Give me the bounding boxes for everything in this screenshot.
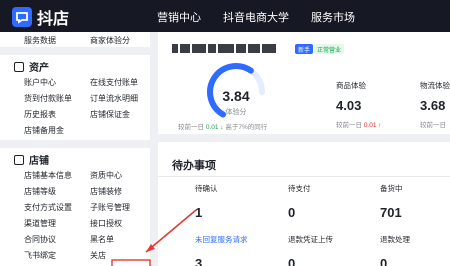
experience-score: 3.84 <box>222 88 250 104</box>
sidebar-item[interactable]: 订单流水明细 <box>90 93 138 104</box>
sidebar-row: 账户中心 在线支付账单 <box>24 77 138 88</box>
sidebar-item[interactable]: 账户中心 <box>24 77 72 88</box>
sidebar-item[interactable]: 关店 <box>90 250 138 261</box>
shop-overview-card: 新手 正常营业 3.84 体验分 较前一日 0.01 ↓ 高于7%的同行 商品体… <box>158 32 450 134</box>
todo-item-preparing[interactable]: 备货中 701 <box>380 183 403 220</box>
metric-footnote: 较前一日 <box>420 119 450 129</box>
sidebar-item-merchant-score[interactable]: 商家体验分 <box>90 35 138 46</box>
logo-icon <box>12 7 32 27</box>
sidebar-row: 店铺备用金 <box>24 125 72 136</box>
sidebar-item[interactable]: 合同协议 <box>24 234 72 245</box>
sidebar-row: 飞书绑定 关店 <box>24 250 138 261</box>
todo-label: 退款处理 <box>380 235 410 244</box>
metric-value: 3.68 <box>420 98 446 113</box>
sidebar-item[interactable]: 接口授权 <box>90 218 138 229</box>
todo-count: 0 <box>288 256 296 266</box>
todo-count: 3 <box>195 256 203 266</box>
sidebar-row: 店铺基本信息 资质中心 <box>24 170 138 181</box>
sidebar-item[interactable]: 子账号管理 <box>90 202 138 213</box>
shop-name-redacted <box>172 42 278 54</box>
metric-value: 4.03 <box>336 98 362 113</box>
todo-label: 待支付 <box>288 184 311 193</box>
todo-label: 待确认 <box>195 184 218 193</box>
experience-score-footnote: 较前一日 0.01 ↓ 高于7%的同行 <box>178 121 267 131</box>
metric-product-experience[interactable]: 商品体验 4.03 较前一日 0.01 ↑ <box>336 80 382 129</box>
todo-count: 0 <box>288 205 296 220</box>
todo-item-pending-confirm[interactable]: 待确认 1 <box>195 183 218 220</box>
sidebar-row: 货到付款账单 订单流水明细 <box>24 93 138 104</box>
metric-logistics-experience[interactable]: 物流体验 3.68 较前一日 <box>420 80 450 129</box>
todo-count: 701 <box>380 205 402 220</box>
sidebar-item[interactable]: 资质中心 <box>90 170 138 181</box>
sidebar-row: 渠道管理 接口授权 <box>24 218 138 229</box>
sidebar: 服务数据 商家体验分 资产 账户中心 在线支付账单 货到付款账单 订单流水明细 … <box>0 32 150 266</box>
score-change: 0.01 <box>205 124 219 131</box>
experience-score-label: 体验分 <box>225 109 247 116</box>
sidebar-item[interactable]: 店铺装修 <box>90 186 138 197</box>
sidebar-section-title: 资产 <box>29 63 49 74</box>
sidebar-item[interactable]: 渠道管理 <box>24 218 72 229</box>
sidebar-item[interactable]: 店铺备用金 <box>24 125 72 136</box>
peer-compare-text: 高于7%的同行 <box>225 124 268 131</box>
asset-icon <box>14 61 24 72</box>
todo-label: 未回复服务请求 <box>195 235 248 244</box>
todo-divider <box>158 176 450 177</box>
sidebar-row: 店铺等级 店铺装修 <box>24 186 138 197</box>
app-logo[interactable]: 抖店 <box>12 5 69 29</box>
todo-item-refund-processing[interactable]: 退款处理 0 <box>380 234 410 266</box>
todo-item-refund-voucher[interactable]: 退款凭证上传 0 <box>288 234 333 266</box>
sidebar-item[interactable]: 店铺等级 <box>24 186 72 197</box>
sidebar-item[interactable]: 飞书绑定 <box>24 250 72 261</box>
sidebar-section-shop[interactable]: 店铺 <box>14 152 49 167</box>
sidebar-item[interactable]: 历史报表 <box>24 109 72 120</box>
top-nav: 营销中心 抖音电商大学 服务市场 <box>157 9 377 25</box>
nav-service-market[interactable]: 服务市场 <box>311 9 355 25</box>
top-bar: 抖店 营销中心 抖音电商大学 服务市场 <box>0 0 450 32</box>
new-merchant-badge: 新手 <box>295 44 314 54</box>
app-name: 抖店 <box>37 11 70 28</box>
sidebar-item[interactable]: 店铺基本信息 <box>24 170 72 181</box>
sidebar-row: 服务数据 商家体验分 <box>24 35 138 46</box>
sidebar-row: 合同协议 黑名单 <box>24 234 138 245</box>
compare-label: 较前一日 <box>178 124 204 131</box>
todo-label: 备货中 <box>380 184 403 193</box>
shop-icon <box>14 154 24 165</box>
sidebar-item[interactable]: 货到付款账单 <box>24 93 72 104</box>
sidebar-row: 支付方式设置 子账号管理 <box>24 202 138 213</box>
shop-status-badge: 正常营业 <box>314 44 345 54</box>
sidebar-item-service-data[interactable]: 服务数据 <box>24 35 72 46</box>
todo-item-unreplied-service[interactable]: 未回复服务请求 3 <box>195 234 248 266</box>
up-arrow-icon: ↑ <box>378 122 382 129</box>
sidebar-item[interactable]: 在线支付账单 <box>90 77 138 88</box>
metric-change: 0.01 <box>363 122 377 129</box>
todo-card: 待办事项 待确认 1 待支付 0 备货中 701 未回复服务请求 3 退款凭证上… <box>158 142 450 266</box>
sidebar-section-title: 店铺 <box>29 156 49 167</box>
sidebar-divider <box>0 47 150 55</box>
sidebar-item[interactable]: 店铺保证金 <box>90 109 138 120</box>
sidebar-item[interactable]: 黑名单 <box>90 234 138 245</box>
todo-label: 退款凭证上传 <box>288 235 333 244</box>
metric-footnote: 较前一日 0.01 ↑ <box>336 119 382 129</box>
todo-count: 0 <box>380 256 388 266</box>
todo-item-pending-payment[interactable]: 待支付 0 <box>288 183 311 220</box>
down-arrow-icon: ↓ <box>220 124 224 131</box>
nav-ecommerce-university[interactable]: 抖音电商大学 <box>223 9 289 25</box>
sidebar-section-asset[interactable]: 资产 <box>14 59 49 74</box>
compare-label: 较前一日 <box>336 122 362 129</box>
todo-count: 1 <box>195 205 203 220</box>
metric-label: 物流体验 <box>420 81 450 90</box>
sidebar-divider <box>0 140 150 148</box>
metric-label: 商品体验 <box>336 81 366 90</box>
sidebar-row: 历史报表 店铺保证金 <box>24 109 138 120</box>
nav-marketing-center[interactable]: 营销中心 <box>157 9 201 25</box>
todo-title: 待办事项 <box>172 160 216 172</box>
compare-label: 较前一日 <box>420 122 446 129</box>
sidebar-item[interactable]: 支付方式设置 <box>24 202 72 213</box>
